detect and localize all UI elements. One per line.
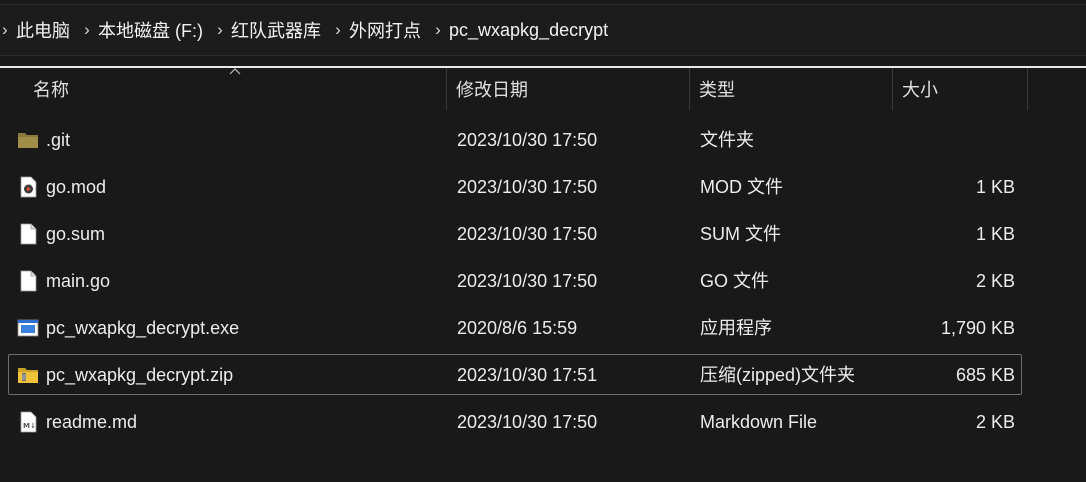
markdown-file-icon: M↓ [20,411,37,433]
file-row-selected[interactable]: pc_wxapkg_decrypt.zip 2023/10/30 17:51 压… [8,354,1022,395]
file-size: 2 KB [975,271,1015,291]
file-row[interactable]: .git 2023/10/30 17:50 文件夹 [8,119,1022,160]
file-row[interactable]: M↓ readme.md 2023/10/30 17:50 Markdown F… [8,401,1022,442]
file-date: 2023/10/30 17:50 [457,412,598,432]
column-header-name[interactable]: 名称 [0,68,447,110]
file-name: pc_wxapkg_decrypt.zip [46,365,234,385]
file-size: 2 KB [975,412,1015,432]
media-file-icon [20,176,37,198]
column-header-row: 名称 修改日期 类型 大小 [0,68,1086,110]
file-type: Markdown File [700,412,818,432]
file-date: 2023/10/30 17:51 [457,365,598,385]
file-name: readme.md [46,412,138,432]
chevron-right-icon[interactable]: › [427,20,449,40]
file-date: 2023/10/30 17:50 [457,224,598,244]
file-date: 2023/10/30 17:50 [457,130,598,150]
file-row[interactable]: main.go 2023/10/30 17:50 GO 文件 2 KB [8,260,1022,301]
file-date: 2020/8/6 15:59 [457,318,578,338]
file-name: .git [46,130,71,150]
application-icon [17,319,39,337]
address-bar[interactable]: › 此电脑 › 本地磁盘 (F:) › 红队武器库 › 外网打点 › pc_wx… [0,4,1086,56]
column-header-type[interactable]: 类型 [690,68,893,110]
file-row[interactable]: pc_wxapkg_decrypt.exe 2020/8/6 15:59 应用程… [8,307,1022,348]
file-row[interactable]: go.sum 2023/10/30 17:50 SUM 文件 1 KB [8,213,1022,254]
file-icon [20,223,37,245]
breadcrumb-item-redteam[interactable]: 红队武器库 [231,17,327,43]
file-name: go.sum [46,224,106,244]
file-name: go.mod [46,177,107,197]
zip-folder-icon [18,368,38,383]
file-name: main.go [46,271,111,291]
file-name: pc_wxapkg_decrypt.exe [46,318,240,338]
file-size: 1,790 KB [940,318,1015,338]
folder-icon [18,133,38,148]
chevron-right-icon[interactable]: › [209,20,231,40]
file-row[interactable]: go.mod 2023/10/30 17:50 MOD 文件 1 KB [8,166,1022,207]
svg-text:M↓: M↓ [23,422,36,430]
column-header-size[interactable]: 大小 [893,68,1028,110]
file-type: 文件夹 [700,130,754,150]
breadcrumb-item-local-disk[interactable]: 本地磁盘 (F:) [98,17,209,43]
column-header-date[interactable]: 修改日期 [447,68,690,110]
file-date: 2023/10/30 17:50 [457,271,598,291]
breadcrumb-item-current-folder[interactable]: pc_wxapkg_decrypt [449,20,614,41]
file-type: SUM 文件 [700,224,781,244]
file-type: MOD 文件 [700,177,783,197]
file-icon [20,270,37,292]
chevron-right-icon[interactable]: › [76,20,98,40]
chevron-right-icon[interactable]: › [0,20,16,40]
file-type: 压缩(zipped)文件夹 [700,365,856,385]
file-type: GO 文件 [700,271,770,291]
file-type: 应用程序 [700,318,772,338]
file-date: 2023/10/30 17:50 [457,177,598,197]
breadcrumb-item-this-pc[interactable]: 此电脑 [16,17,76,43]
file-size: 1 KB [975,224,1015,244]
file-size: 1 KB [975,177,1015,197]
breadcrumb-item-external[interactable]: 外网打点 [349,17,427,43]
chevron-right-icon[interactable]: › [327,20,349,40]
file-size: 685 KB [955,365,1015,385]
